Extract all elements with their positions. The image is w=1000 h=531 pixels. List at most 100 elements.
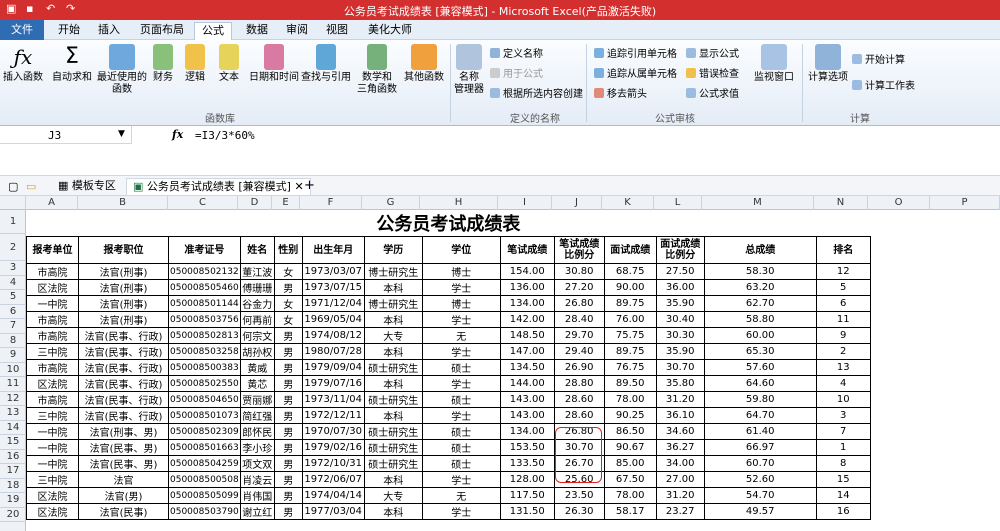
table-cell[interactable]: 市高院 <box>26 391 79 408</box>
row-header[interactable]: 7 <box>0 319 26 334</box>
tab-review[interactable]: 审阅 <box>280 22 314 40</box>
insert-function-button[interactable]: ƒx 插入函数 <box>2 44 44 84</box>
column-title[interactable]: 面试成绩 <box>603 236 657 264</box>
table-cell[interactable]: 31.20 <box>655 391 705 408</box>
table-cell[interactable]: 1979/07/16 <box>301 375 365 392</box>
table-cell[interactable]: 050008502309 <box>168 423 241 440</box>
table-cell[interactable]: 学士 <box>421 279 501 296</box>
table-cell[interactable]: 050008503790 <box>168 503 241 520</box>
table-cell[interactable]: 050008501144 <box>168 295 241 312</box>
table-cell[interactable]: 050008502813 <box>168 327 241 344</box>
table-cell[interactable]: 050008503258 <box>168 343 241 360</box>
column-header[interactable]: B <box>78 196 168 210</box>
table-cell[interactable]: 男 <box>273 343 303 360</box>
table-cell[interactable]: 男 <box>273 327 303 344</box>
row-header[interactable]: 13 <box>0 406 26 421</box>
table-cell[interactable]: 29.70 <box>553 327 605 344</box>
table-cell[interactable]: 1973/11/04 <box>301 391 365 408</box>
table-cell[interactable]: 男 <box>273 375 303 392</box>
table-cell[interactable]: 16 <box>815 503 871 520</box>
table-cell[interactable]: 14 <box>815 487 871 504</box>
table-cell[interactable]: 区法院 <box>26 487 79 504</box>
table-cell[interactable]: 法官(男) <box>78 487 169 504</box>
table-cell[interactable]: 法官(民事、行政) <box>78 391 169 408</box>
column-title[interactable]: 报考职位 <box>78 236 169 264</box>
table-cell[interactable]: 58.17 <box>603 503 657 520</box>
table-cell[interactable]: 64.70 <box>703 407 817 424</box>
table-cell[interactable]: 男 <box>273 279 303 296</box>
table-cell[interactable]: 134.00 <box>499 295 555 312</box>
table-cell[interactable]: 学士 <box>421 407 501 424</box>
column-header[interactable]: K <box>602 196 654 210</box>
column-header[interactable]: H <box>420 196 498 210</box>
table-cell[interactable]: 78.00 <box>603 391 657 408</box>
table-cell[interactable]: 男 <box>273 455 303 472</box>
table-cell[interactable]: 050008501663 <box>168 439 241 456</box>
table-cell[interactable]: 一中院 <box>26 423 79 440</box>
table-cell[interactable]: 60.00 <box>703 327 817 344</box>
row-header[interactable]: 14 <box>0 421 26 435</box>
table-cell[interactable]: 134.50 <box>499 359 555 376</box>
table-cell[interactable]: 35.80 <box>655 375 705 392</box>
table-cell[interactable]: 区法院 <box>26 503 79 520</box>
table-cell[interactable]: 市高院 <box>26 263 79 280</box>
table-cell[interactable]: 142.00 <box>499 311 555 328</box>
row-header[interactable]: 16 <box>0 450 26 464</box>
error-checking-button[interactable]: 错误检查 <box>686 68 739 81</box>
table-cell[interactable]: 10 <box>815 391 871 408</box>
table-cell[interactable]: 学士 <box>421 503 501 520</box>
table-cell[interactable]: 男 <box>273 423 303 440</box>
column-title[interactable]: 笔试成绩 <box>499 236 555 264</box>
calculate-sheet-button[interactable]: 计算工作表 <box>852 80 915 93</box>
recently-used-button[interactable]: 最近使用的 函数 <box>96 44 148 96</box>
table-cell[interactable]: 050008502550 <box>168 375 241 392</box>
table-cell[interactable]: 本科 <box>363 343 423 360</box>
table-cell[interactable]: 郎怀民 <box>239 423 275 440</box>
table-cell[interactable]: 男 <box>273 359 303 376</box>
table-cell[interactable]: 34.60 <box>655 423 705 440</box>
table-cell[interactable]: 何宗文 <box>239 327 275 344</box>
table-cell[interactable]: 136.00 <box>499 279 555 296</box>
table-cell[interactable]: 89.75 <box>603 295 657 312</box>
table-cell[interactable]: 57.60 <box>703 359 817 376</box>
row-header[interactable]: 8 <box>0 334 26 348</box>
table-cell[interactable]: 区法院 <box>26 375 79 392</box>
table-cell[interactable]: 一中院 <box>26 295 79 312</box>
column-title[interactable]: 出生年月 <box>301 236 365 264</box>
table-cell[interactable]: 无 <box>421 327 501 344</box>
math-trig-button[interactable]: 数学和 三角函数 <box>354 44 400 96</box>
row-header[interactable]: 6 <box>0 305 26 319</box>
table-cell[interactable]: 法官 <box>78 471 169 488</box>
column-title[interactable]: 学历 <box>363 236 423 264</box>
table-cell[interactable]: 147.00 <box>499 343 555 360</box>
close-icon[interactable]: ✕ <box>291 180 303 193</box>
table-cell[interactable]: 硕士 <box>421 423 501 440</box>
table-cell[interactable]: 董江波 <box>239 263 275 280</box>
row-header[interactable]: 2 <box>0 234 26 261</box>
table-cell[interactable]: 学士 <box>421 343 501 360</box>
tab-beautify[interactable]: 美化大师 <box>362 22 418 40</box>
column-header[interactable]: G <box>362 196 420 210</box>
table-cell[interactable]: 154.00 <box>499 263 555 280</box>
table-cell[interactable]: 1979/02/16 <box>301 439 365 456</box>
chevron-down-icon[interactable]: ▼ <box>118 129 125 139</box>
select-all-corner[interactable] <box>0 196 26 210</box>
table-cell[interactable]: 本科 <box>363 311 423 328</box>
row-header[interactable]: 1 <box>0 210 26 234</box>
table-cell[interactable]: 女 <box>273 263 303 280</box>
table-cell[interactable]: 肖伟国 <box>239 487 275 504</box>
table-cell[interactable]: 胡孙权 <box>239 343 275 360</box>
column-header[interactable]: I <box>498 196 552 210</box>
row-header[interactable]: 4 <box>0 276 26 290</box>
tab-template-zone[interactable]: ▦ 模板专区 <box>52 178 122 195</box>
table-cell[interactable]: 36.27 <box>655 439 705 456</box>
table-cell[interactable]: 本科 <box>363 471 423 488</box>
table-cell[interactable]: 硕士研究生 <box>363 391 423 408</box>
table-cell[interactable]: 64.60 <box>703 375 817 392</box>
table-cell[interactable]: 法官(民事、行政) <box>78 343 169 360</box>
table-cell[interactable]: 一中院 <box>26 455 79 472</box>
table-cell[interactable]: 何再前 <box>239 311 275 328</box>
column-header[interactable]: M <box>702 196 814 210</box>
table-cell[interactable]: 35.90 <box>655 343 705 360</box>
column-header[interactable]: E <box>272 196 300 210</box>
